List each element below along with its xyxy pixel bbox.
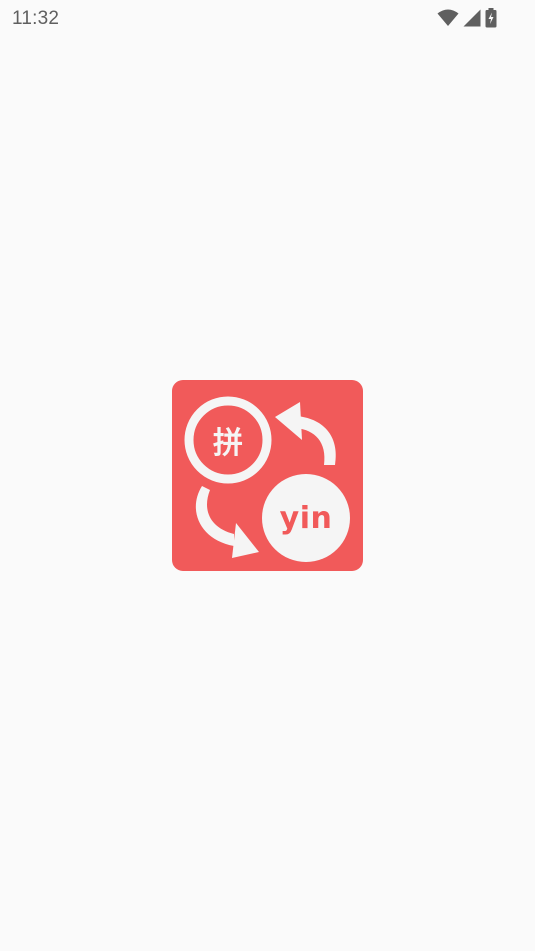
status-time: 11:32 [12,8,60,29]
status-bar: 11:32 [0,0,535,38]
logo-arrow-top [275,402,336,465]
app-logo: 拼 yin [172,380,363,571]
logo-arrow-bottom [195,486,259,558]
wifi-icon [437,9,459,27]
logo-word: yin [279,500,333,536]
cell-signal-icon [463,9,481,27]
logo-char: 拼 [213,426,243,461]
battery-charging-icon [485,8,497,28]
status-icons [437,8,497,28]
